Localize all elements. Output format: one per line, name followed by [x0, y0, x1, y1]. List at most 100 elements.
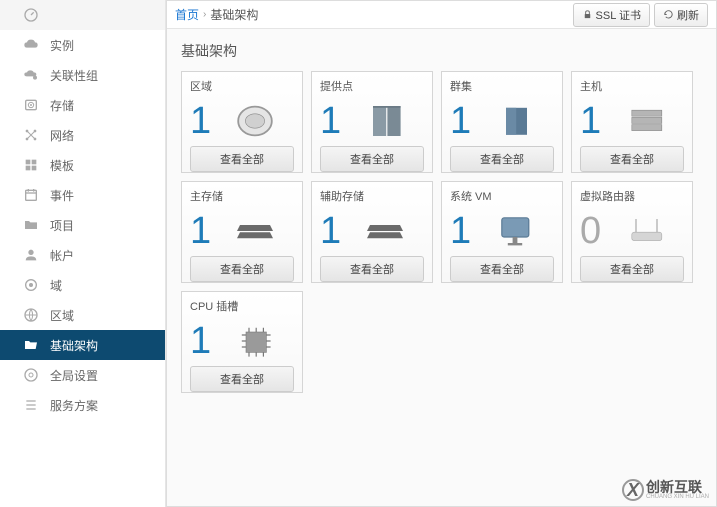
folder-icon: [22, 216, 40, 234]
router-icon: [605, 206, 684, 256]
view-all-button[interactable]: 查看全部: [450, 256, 554, 282]
sidebar-item-projects[interactable]: 项目: [0, 210, 165, 240]
gear-globe-icon: [22, 366, 40, 384]
lock-icon: [582, 9, 593, 20]
sidebar-item-events[interactable]: 事件: [0, 180, 165, 210]
sidebar-item-instances[interactable]: 实例: [0, 30, 165, 60]
sidebar-item-storage[interactable]: 存储: [0, 90, 165, 120]
sidebar-item-label: 区域: [50, 307, 74, 324]
chevron-right-icon: ›: [203, 9, 206, 20]
view-all-button[interactable]: 查看全部: [580, 146, 684, 172]
main-area: 首页 › 基础架构 SSL 证书 刷新 基础架构 区域 1: [166, 0, 717, 507]
card-zones: 区域 1 查看全部: [181, 71, 303, 173]
cpu-icon: [215, 316, 294, 366]
watermark-logo-icon: X: [622, 479, 644, 501]
globe-icon: [22, 306, 40, 324]
folder-open-icon: [22, 336, 40, 354]
page-title: 基础架构: [181, 41, 702, 61]
card-title: 群集: [450, 78, 554, 94]
network-icon: [22, 126, 40, 144]
breadcrumb-current: 基础架构: [210, 6, 258, 23]
view-all-button[interactable]: 查看全部: [190, 366, 294, 392]
sidebar-item-domains[interactable]: 域: [0, 270, 165, 300]
list-icon: [22, 396, 40, 414]
view-all-button[interactable]: 查看全部: [580, 256, 684, 282]
card-count: 1: [190, 320, 211, 363]
sidebar: 实例 关联性组 存储 网络 模板 事件 项目 帐户 域 区域 基础架构: [0, 0, 166, 507]
card-virtual-routers: 虚拟路由器 0 查看全部: [571, 181, 693, 283]
calendar-icon: [22, 186, 40, 204]
card-title: 主存储: [190, 188, 294, 204]
card-count: 1: [190, 210, 211, 253]
zone-icon: [215, 96, 294, 146]
breadcrumb-bar: 首页 › 基础架构 SSL 证书 刷新: [167, 1, 716, 29]
card-system-vms: 系统 VM 1 查看全部: [441, 181, 563, 283]
card-title: CPU 插槽: [190, 298, 294, 314]
card-title: 虚拟路由器: [580, 188, 684, 204]
disk-icon: [22, 96, 40, 114]
pod-icon: [345, 96, 424, 146]
card-title: 主机: [580, 78, 684, 94]
card-title: 提供点: [320, 78, 424, 94]
refresh-label: 刷新: [677, 7, 699, 23]
refresh-icon: [663, 9, 674, 20]
top-buttons: SSL 证书 刷新: [573, 3, 708, 27]
card-title: 系统 VM: [450, 188, 554, 204]
sidebar-item-label: 实例: [50, 37, 74, 54]
ssl-cert-button[interactable]: SSL 证书: [573, 3, 650, 27]
view-all-button[interactable]: 查看全部: [190, 256, 294, 282]
view-all-button[interactable]: 查看全部: [190, 146, 294, 172]
gauge-icon: [22, 6, 40, 24]
breadcrumb-home[interactable]: 首页: [175, 6, 199, 23]
monitor-icon: [475, 206, 554, 256]
content: 基础架构 区域 1 查看全部 提供点 1 查看全部: [167, 29, 716, 405]
card-clusters: 群集 1 查看全部: [441, 71, 563, 173]
card-pods: 提供点 1 查看全部: [311, 71, 433, 173]
template-icon: [22, 156, 40, 174]
refresh-button[interactable]: 刷新: [654, 3, 708, 27]
card-secondary-storage: 辅助存储 1 查看全部: [311, 181, 433, 283]
card-count: 1: [580, 100, 601, 143]
sidebar-item-global-settings[interactable]: 全局设置: [0, 360, 165, 390]
cards-grid: 区域 1 查看全部 提供点 1 查看全部 群集 1: [181, 71, 702, 393]
card-count: 1: [320, 210, 341, 253]
breadcrumb: 首页 › 基础架构: [175, 6, 258, 23]
sidebar-item-label: 基础架构: [50, 337, 98, 354]
card-count: 1: [190, 100, 211, 143]
card-count: 1: [450, 100, 471, 143]
sidebar-item-accounts[interactable]: 帐户: [0, 240, 165, 270]
sidebar-item-label: 服务方案: [50, 397, 98, 414]
target-icon: [22, 276, 40, 294]
card-hosts: 主机 1 查看全部: [571, 71, 693, 173]
cloud-group-icon: [22, 66, 40, 84]
card-cpu-sockets: CPU 插槽 1 查看全部: [181, 291, 303, 393]
storage-icon: [345, 206, 424, 256]
sidebar-item-templates[interactable]: 模板: [0, 150, 165, 180]
card-title: 辅助存储: [320, 188, 424, 204]
sidebar-item-label: 关联性组: [50, 67, 98, 84]
card-count: 1: [450, 210, 471, 253]
sidebar-item-label: 项目: [50, 217, 74, 234]
cloud-icon: [22, 36, 40, 54]
host-icon: [605, 96, 684, 146]
view-all-button[interactable]: 查看全部: [320, 256, 424, 282]
view-all-button[interactable]: 查看全部: [450, 146, 554, 172]
cluster-icon: [475, 96, 554, 146]
sidebar-item-service-offerings[interactable]: 服务方案: [0, 390, 165, 420]
sidebar-item-network[interactable]: 网络: [0, 120, 165, 150]
card-title: 区域: [190, 78, 294, 94]
sidebar-item-affinity[interactable]: 关联性组: [0, 60, 165, 90]
sidebar-item-label: 网络: [50, 127, 74, 144]
ssl-label: SSL 证书: [596, 7, 641, 23]
card-primary-storage: 主存储 1 查看全部: [181, 181, 303, 283]
sidebar-item-dashboard[interactable]: [0, 0, 165, 30]
view-all-button[interactable]: 查看全部: [320, 146, 424, 172]
sidebar-item-label: 存储: [50, 97, 74, 114]
sidebar-item-label: 事件: [50, 187, 74, 204]
sidebar-item-label: 模板: [50, 157, 74, 174]
card-count: 1: [320, 100, 341, 143]
sidebar-item-infrastructure[interactable]: 基础架构: [0, 330, 165, 360]
sidebar-item-regions[interactable]: 区域: [0, 300, 165, 330]
storage-icon: [215, 206, 294, 256]
user-icon: [22, 246, 40, 264]
